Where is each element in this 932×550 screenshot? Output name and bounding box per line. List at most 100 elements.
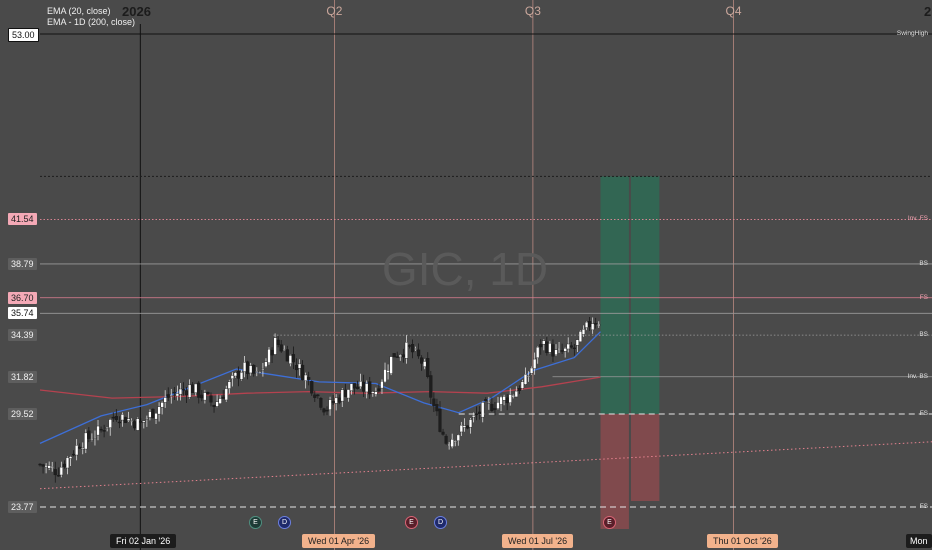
long-position-tool: [600, 176, 660, 529]
candle-body: [288, 355, 292, 365]
candle-body: [84, 432, 88, 450]
candle-body: [584, 321, 589, 328]
candle-body: [117, 421, 121, 424]
candle-body: [166, 394, 170, 398]
candle-body: [307, 377, 311, 380]
candle-body: [447, 444, 451, 446]
candle-body: [545, 341, 549, 354]
candle-body: [181, 389, 186, 391]
candle-body: [508, 394, 512, 403]
trendline: [39, 441, 932, 490]
candle-body: [325, 409, 329, 412]
quarter-label: Q4: [725, 4, 742, 18]
candle-body: [291, 354, 296, 363]
candle-body: [352, 383, 357, 389]
candle-body: [87, 430, 91, 439]
candle-body: [313, 394, 317, 398]
candle-body: [212, 405, 216, 407]
candle-body: [432, 398, 436, 407]
price-label: 53.00: [8, 28, 39, 42]
candle-body: [597, 324, 601, 327]
price-label: 31.82: [8, 370, 37, 383]
candle-body: [398, 354, 402, 358]
candle-body: [191, 384, 195, 393]
candle-body: [316, 394, 320, 397]
price-label: 34.39: [8, 329, 37, 342]
candle-body: [261, 368, 265, 371]
candle-body: [319, 398, 323, 408]
candle-body: [591, 323, 595, 331]
candle-body: [581, 329, 586, 335]
quarter-label: Q2: [326, 4, 343, 18]
candle-body: [410, 344, 415, 353]
dividend-icon[interactable]: D: [278, 516, 291, 529]
candle-body: [487, 402, 491, 404]
candle-body: [139, 421, 143, 423]
level-tag: FS: [919, 409, 928, 417]
candle-body: [297, 363, 302, 369]
candle-body: [160, 402, 164, 408]
candle-body: [517, 388, 521, 391]
candle-body: [441, 431, 445, 435]
candle-body: [572, 347, 576, 350]
date-label-apr: Wed 01 Apr '26: [302, 534, 376, 548]
candle-body: [511, 395, 515, 398]
candle-body: [346, 389, 350, 399]
candle-body: [435, 404, 439, 412]
candle-body: [526, 375, 531, 378]
candle-body: [38, 463, 42, 466]
candle-body: [453, 440, 457, 443]
date-label-jan: Fri 02 Jan '26: [110, 534, 177, 548]
indicator-ema20[interactable]: EMA (20, close): [47, 6, 111, 16]
candle-body: [215, 401, 219, 407]
candle-body: [392, 353, 396, 358]
candle-body: [224, 388, 228, 401]
candle-body: [368, 381, 372, 395]
candle-body: [304, 374, 308, 381]
candle-body: [407, 345, 412, 347]
candle-body: [594, 323, 598, 325]
candle-body: [175, 393, 179, 397]
price-chart[interactable]: GIC, 1D: [0, 0, 932, 550]
candle-body: [267, 348, 271, 363]
candle-body: [154, 413, 158, 420]
level-tag: SwingHigh: [896, 30, 928, 37]
earnings-icon[interactable]: E: [405, 516, 418, 529]
candle-body: [169, 395, 173, 397]
candle-body: [459, 424, 463, 433]
candle-body: [81, 447, 85, 450]
candle-body: [450, 439, 454, 448]
year-label-right: 2: [924, 4, 932, 19]
candle-body: [96, 425, 100, 436]
candle-body: [236, 371, 241, 379]
earnings-icon[interactable]: E: [603, 516, 616, 529]
candle-body: [227, 381, 231, 389]
candle-body: [126, 418, 131, 421]
candle-body: [499, 396, 503, 405]
candle-body: [203, 392, 207, 401]
candle-body: [444, 435, 448, 444]
year-label: 2026: [122, 4, 151, 19]
candle-body: [218, 398, 222, 404]
candle-body: [123, 417, 128, 424]
earnings-icon[interactable]: E: [249, 516, 262, 529]
dividend-icon[interactable]: D: [434, 516, 447, 529]
level-tag: Inv. FS: [907, 215, 928, 223]
price-label: 35.74: [8, 307, 37, 320]
quarter-label: Q3: [524, 4, 541, 18]
candle-body: [542, 340, 546, 345]
candle-body: [111, 416, 115, 419]
candle-body: [239, 372, 244, 380]
candles-layer: [38, 316, 601, 483]
candle-body: [438, 408, 442, 432]
candle-body: [371, 391, 375, 394]
candle-body: [78, 446, 82, 449]
date-label-jul: Wed 01 Jul '26: [502, 534, 574, 548]
candle-body: [56, 474, 60, 477]
candle-body: [178, 388, 183, 395]
candle-body: [197, 382, 201, 398]
candle-body: [200, 394, 204, 399]
candle-body: [401, 354, 405, 358]
price-label: 23.77: [8, 501, 37, 513]
candle-body: [59, 466, 63, 476]
